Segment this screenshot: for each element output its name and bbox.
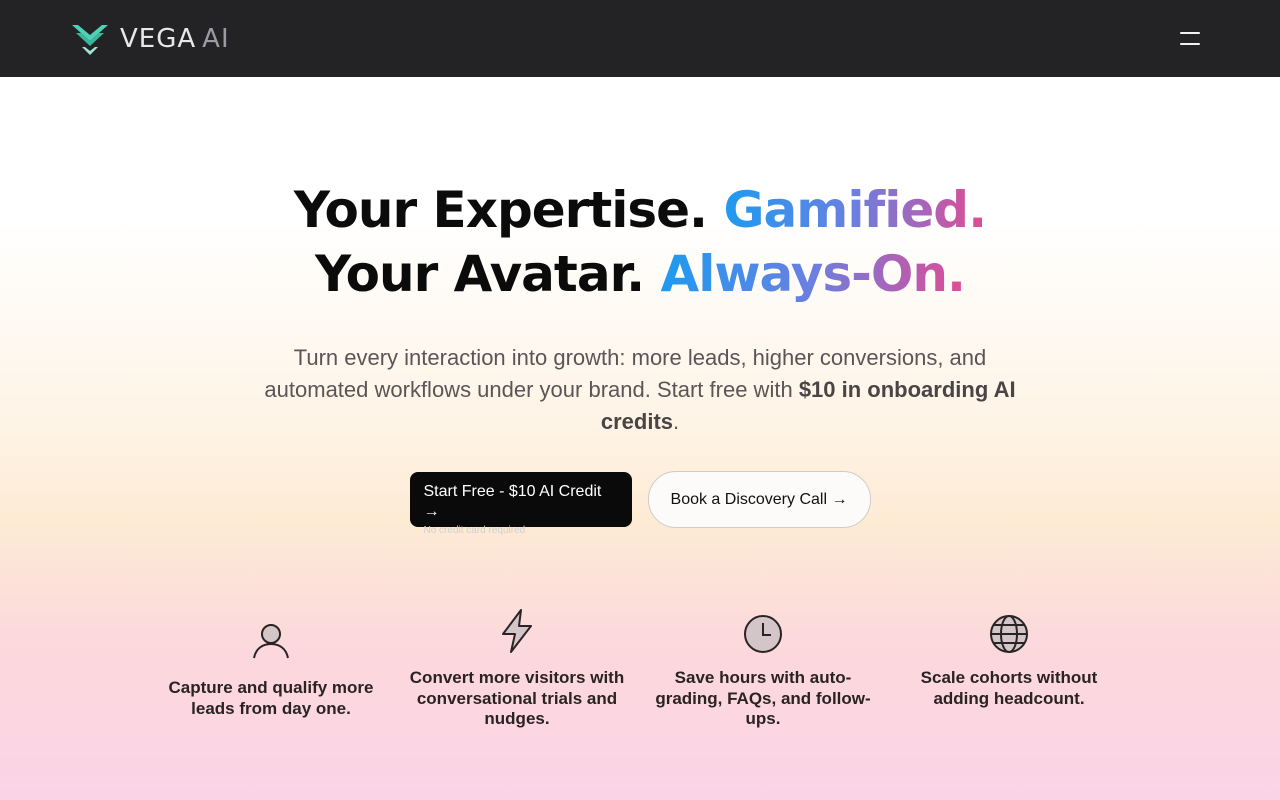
- brand-name: VEGA AI: [120, 24, 230, 54]
- start-free-label: Start Free - $10 AI Credit →: [423, 483, 602, 520]
- brand-logo[interactable]: VEGA AI: [70, 19, 230, 59]
- headline-line-2: Your Avatar. Always-On.: [315, 245, 966, 303]
- hamburger-icon-line: [1180, 43, 1200, 45]
- start-free-button[interactable]: Start Free - $10 AI Credit → No credit c…: [409, 472, 632, 536]
- lightning-icon: [502, 609, 532, 653]
- headline-2-prefix: Your Avatar.: [315, 245, 645, 303]
- vega-logo-icon: [72, 24, 108, 55]
- cta-row: Start Free - $10 AI Credit → No credit c…: [0, 471, 1280, 536]
- no-credit-card-note: No credit card required: [423, 525, 526, 536]
- feature-icon-wrap: [499, 594, 535, 654]
- user-icon: [253, 624, 289, 659]
- book-discovery-call-button[interactable]: Book a Discovery Call →: [647, 471, 871, 528]
- brand-main: VEGA: [120, 23, 197, 54]
- feature-icon-wrap: [989, 594, 1029, 654]
- feature-text: Save hours with auto-grading, FAQs, and …: [655, 668, 871, 728]
- hero-section: Your Expertise. Gamified. Your Avatar. A…: [0, 178, 1280, 438]
- headline-1-highlight: Gamified.: [723, 181, 987, 239]
- feature-convert: Convert more visitors with conversationa…: [394, 594, 640, 730]
- feature-icon-wrap: [251, 606, 291, 660]
- headline-1-prefix: Your Expertise.: [293, 181, 708, 239]
- headline-2-highlight: Always-On.: [660, 245, 966, 303]
- headline-line-1: Your Expertise. Gamified.: [293, 181, 987, 239]
- hero-headline: Your Expertise. Gamified. Your Avatar. A…: [0, 178, 1280, 306]
- subtitle-end: .: [673, 409, 680, 434]
- feature-save-hours: Save hours with auto-grading, FAQs, and …: [640, 594, 886, 730]
- feature-scale: Scale cohorts without adding headcount.: [886, 594, 1132, 730]
- feature-leads: Capture and qualify more leads from day …: [148, 594, 394, 730]
- menu-toggle-button[interactable]: [1176, 28, 1204, 50]
- feature-text: Scale cohorts without adding headcount.: [920, 668, 1098, 708]
- hamburger-icon-line: [1180, 32, 1200, 34]
- feature-text: Capture and qualify more leads from day …: [168, 678, 374, 718]
- feature-icon-wrap: [743, 594, 783, 654]
- top-navbar: VEGA AI: [0, 0, 1280, 77]
- globe-icon: [990, 615, 1028, 653]
- feature-text: Convert more visitors with conversationa…: [409, 668, 625, 728]
- features-row: Capture and qualify more leads from day …: [148, 594, 1132, 730]
- brand-suffix: AI: [202, 23, 230, 54]
- clock-icon: [744, 615, 782, 653]
- hero-subtitle: Turn every interaction into growth: more…: [255, 342, 1025, 438]
